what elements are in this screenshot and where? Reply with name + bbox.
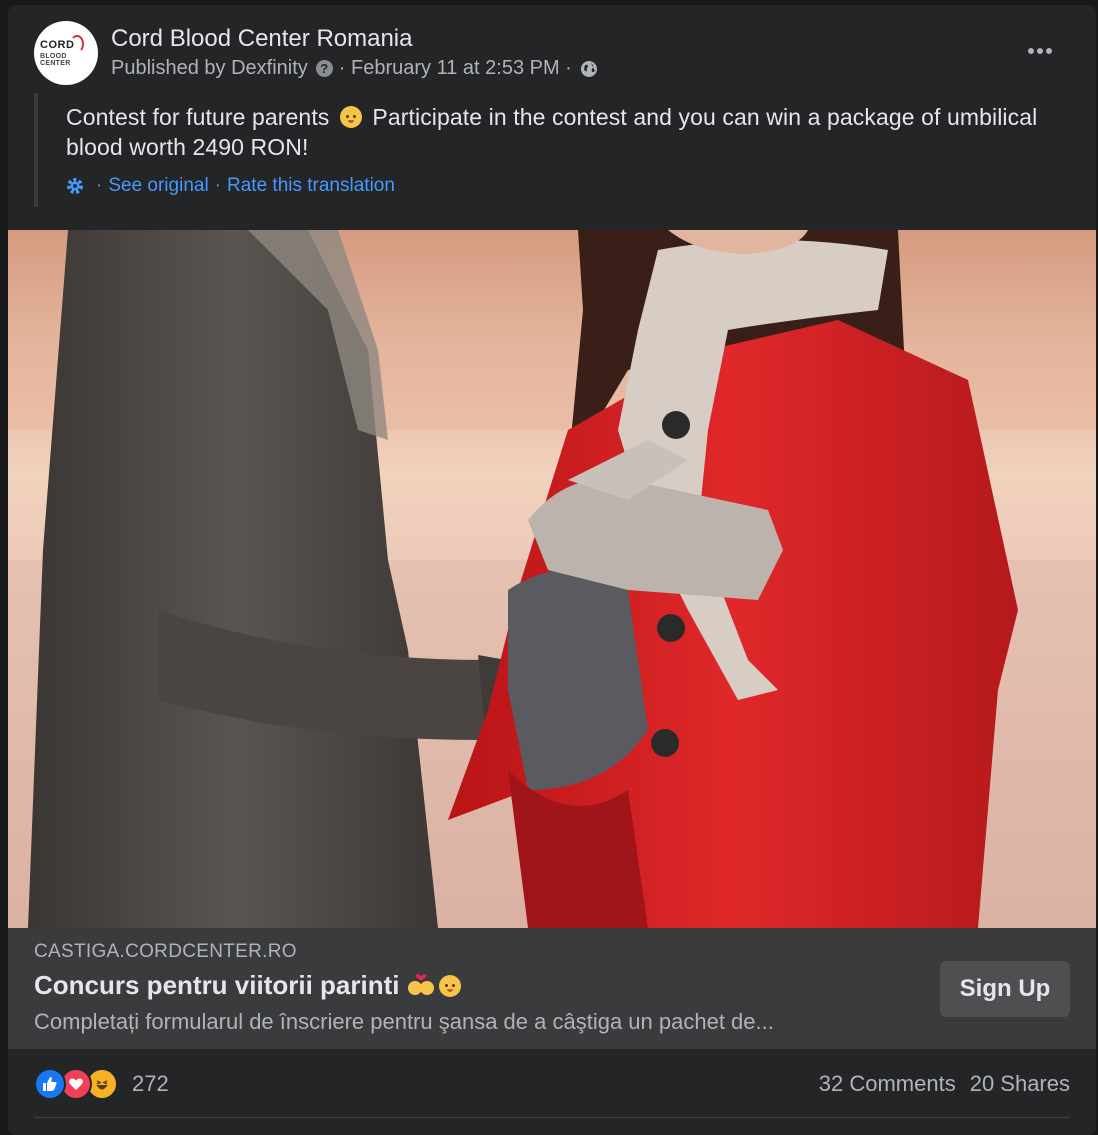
- comments-count-link[interactable]: 32 Comments: [819, 1071, 956, 1097]
- reaction-count: 272: [132, 1071, 169, 1096]
- see-original-link[interactable]: See original: [108, 175, 208, 197]
- more-icon: [1028, 48, 1034, 54]
- sign-up-button[interactable]: Sign Up: [940, 961, 1070, 1017]
- shares-count-link[interactable]: 20 Shares: [970, 1071, 1070, 1097]
- baby-emoji-icon: [439, 974, 462, 997]
- meta-separator: ·: [559, 57, 572, 79]
- translation-quote-bar: [34, 93, 38, 207]
- help-icon[interactable]: ?: [315, 60, 333, 77]
- engagement-stats: 32 Comments 20 Shares: [819, 1071, 1070, 1097]
- logo-swoosh-icon: [70, 35, 84, 53]
- post-text: Contest for future parents Participate i…: [66, 102, 1066, 162]
- link-title: Concurs pentru viitorii parinti: [34, 970, 465, 1001]
- gear-icon[interactable]: [66, 177, 84, 195]
- post-meta: Published by Dexfinity ? · February 11 a…: [111, 57, 598, 80]
- link-preview[interactable]: CASTIGA.CORDCENTER.RO Concurs pentru vii…: [8, 928, 1096, 1049]
- translation-controls: · See original · Rate this translation: [66, 175, 395, 197]
- couple-emoji-icon: [407, 973, 435, 998]
- reactions-summary[interactable]: 272: [34, 1068, 169, 1100]
- baby-emoji-icon: [339, 106, 362, 128]
- link-domain: CASTIGA.CORDCENTER.RO: [34, 941, 297, 962]
- rate-translation-link[interactable]: Rate this translation: [227, 175, 395, 197]
- published-by: Published by Dexfinity: [111, 57, 308, 79]
- post-card: CORD BLOOD CENTER Cord Blood Center Roma…: [8, 5, 1096, 1135]
- page-name-link[interactable]: Cord Blood Center Romania: [111, 25, 413, 53]
- page-avatar[interactable]: CORD BLOOD CENTER: [34, 21, 98, 85]
- post-text-part1: Contest for future parents: [66, 104, 330, 130]
- like-reaction-icon: [34, 1068, 66, 1100]
- footer-divider: [34, 1117, 1070, 1118]
- meta-separator: ·: [338, 57, 351, 79]
- more-options-button[interactable]: [1020, 31, 1060, 71]
- post-photo[interactable]: [8, 230, 1096, 928]
- post-timestamp[interactable]: February 11 at 2:53 PM: [351, 57, 560, 80]
- link-title-text: Concurs pentru viitorii parinti: [34, 970, 400, 1000]
- globe-icon: [580, 60, 598, 78]
- link-description: Completați formularul de înscriere pentr…: [34, 1009, 774, 1034]
- avatar-logo-subtext: BLOOD CENTER: [40, 53, 71, 67]
